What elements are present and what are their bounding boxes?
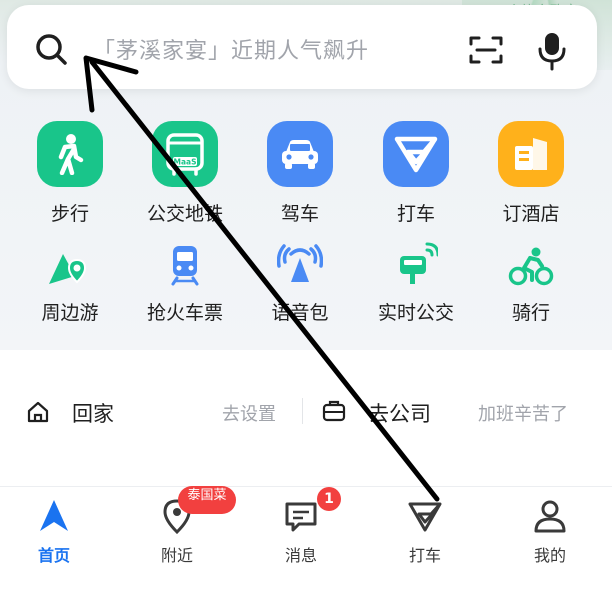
tab-taxi[interactable]: 打车 <box>380 498 470 566</box>
message-count-badge: 1 <box>317 487 341 511</box>
tile-bus-metro[interactable]: MaaS 公交地铁 <box>130 121 240 226</box>
search-bar[interactable]: 「茅溪家宴」近期人气飙升 <box>7 5 597 89</box>
svg-text:MaaS: MaaS <box>174 158 197 167</box>
briefcase-icon[interactable] <box>322 399 346 423</box>
tile-taxi[interactable]: 打车 <box>361 121 471 226</box>
promo-badge: 泰国菜 <box>178 486 236 514</box>
bus-maas-icon: MaaS <box>152 121 218 187</box>
scan-icon[interactable] <box>468 34 504 66</box>
item-label: 实时公交 <box>377 302 454 324</box>
item-label: 语音包 <box>271 302 329 324</box>
voice-broadcast-icon <box>270 240 330 286</box>
tile-drive[interactable]: 驾车 <box>245 121 355 226</box>
item-train-tickets[interactable]: 抢火车票 <box>130 240 240 325</box>
promo-badge-text: 泰国菜 <box>187 488 227 503</box>
item-label: 抢火车票 <box>146 302 223 324</box>
item-nearby-travel[interactable]: 周边游 <box>15 240 125 325</box>
hotel-icon <box>498 121 564 187</box>
taxi-logo-icon <box>383 121 449 187</box>
bicycle-icon <box>501 240 561 286</box>
message-icon <box>285 502 317 532</box>
profile-icon <box>534 500 566 533</box>
company-label[interactable]: 去公司 <box>368 398 431 428</box>
tile-walk[interactable]: 步行 <box>15 121 125 226</box>
tab-label: 消息 <box>284 546 317 565</box>
bus-stop-icon <box>386 240 446 286</box>
tile-label: 步行 <box>50 203 89 225</box>
item-label: 骑行 <box>511 302 550 324</box>
company-link[interactable]: 加班辛苦了 <box>478 400 568 426</box>
tile-label: 公交地铁 <box>146 203 223 225</box>
home-arrow-icon <box>40 500 68 531</box>
tab-label: 首页 <box>37 546 70 565</box>
search-input[interactable]: 「茅溪家宴」近期人气飙升 <box>93 33 369 65</box>
train-icon <box>155 240 215 286</box>
tab-label: 我的 <box>533 546 566 565</box>
divider <box>302 398 303 424</box>
walking-person-icon <box>37 121 103 187</box>
tile-hotel[interactable]: 订酒店 <box>476 121 586 226</box>
tile-label: 驾车 <box>280 203 319 225</box>
tab-profile[interactable]: 我的 <box>505 498 595 566</box>
item-voice-pack[interactable]: 语音包 <box>245 240 355 325</box>
microphone-icon[interactable] <box>537 31 567 71</box>
home-set-link[interactable]: 去设置 <box>222 400 276 426</box>
item-cycling[interactable]: 骑行 <box>476 240 586 325</box>
mountain-pin-icon <box>40 240 100 286</box>
item-realtime-bus[interactable]: 实时公交 <box>361 240 471 325</box>
tab-label: 附近 <box>160 546 193 565</box>
search-icon[interactable] <box>33 31 69 67</box>
tab-label: 打车 <box>408 546 441 565</box>
home-icon[interactable] <box>26 400 50 424</box>
item-label: 周边游 <box>41 302 99 324</box>
tab-home[interactable]: 首页 <box>9 498 99 566</box>
home-label[interactable]: 回家 <box>72 398 114 428</box>
tile-label: 订酒店 <box>502 203 560 225</box>
taxi-icon <box>408 502 442 532</box>
car-icon <box>267 121 333 187</box>
tile-label: 打车 <box>396 203 435 225</box>
